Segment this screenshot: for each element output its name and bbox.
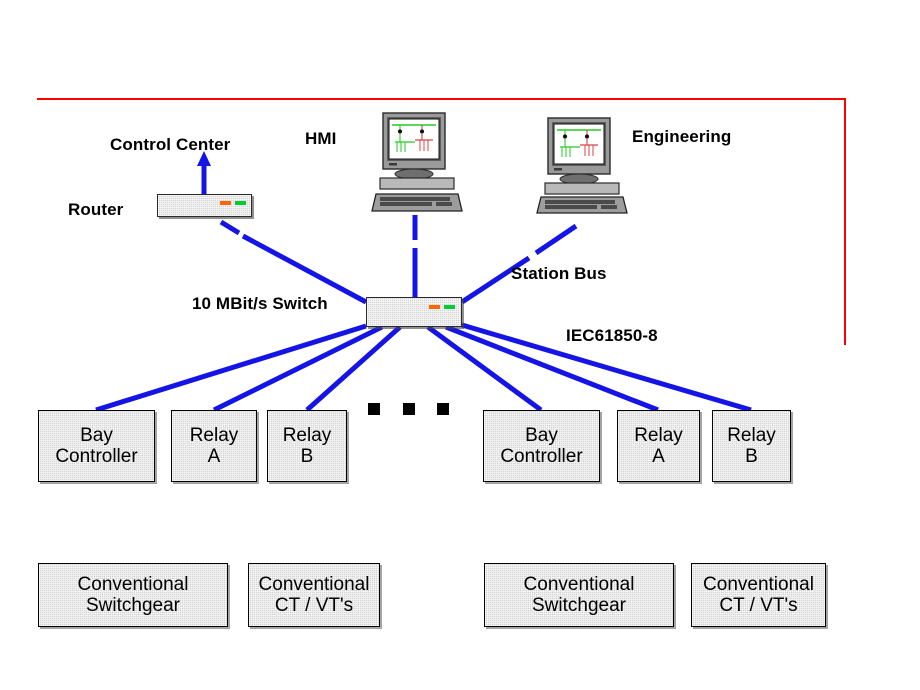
conventional-label-line2: CT / VT's [274,595,354,616]
ied-label-line2: B [300,446,314,467]
hmi-workstation-icon[interactable] [370,112,464,215]
switch-led-orange-icon [429,305,440,309]
label-router: Router [68,200,124,219]
ied-label-line2: A [207,446,221,467]
label-switch: 10 MBit/s Switch [192,294,328,313]
conventional-label-line2: CT / VT's [719,595,798,616]
conventional-box-ct-vt-2[interactable]: Conventional CT / VT's [691,563,826,627]
router-device[interactable] [157,194,252,217]
ied-box-relay-a-2[interactable]: Relay A [617,410,700,482]
conventional-box-switchgear-1[interactable]: Conventional Switchgear [38,563,228,627]
ied-label-line2: A [652,446,665,467]
ied-box-relay-a-1[interactable]: Relay A [171,410,257,482]
engineering-workstation-icon[interactable] [535,117,629,215]
ied-label-line1: Relay [189,424,239,446]
router-led-orange-icon [220,201,231,205]
ied-label-line1: Relay [727,424,776,446]
label-control-center: Control Center [110,135,231,154]
ellipsis-square-icon [368,403,380,415]
ied-label-line1: Relay [282,424,332,446]
ied-box-relay-b-2[interactable]: Relay B [712,410,791,482]
conventional-label-line2: Switchgear [532,595,626,616]
ied-box-bay-controller-2[interactable]: Bay Controller [483,410,600,482]
conventional-label-line1: Conventional [258,573,370,595]
ied-box-bay-controller-1[interactable]: Bay Controller [38,410,155,482]
conventional-label-line1: Conventional [703,573,814,595]
label-station-bus: Station Bus [511,264,607,283]
ied-label-line1: Bay [80,424,113,446]
ellipsis-square-icon [437,403,449,415]
ied-box-relay-b-1[interactable]: Relay B [267,410,347,482]
conventional-label-line1: Conventional [523,573,635,595]
ied-label-line1: Bay [525,424,558,446]
ellipsis-square-icon [403,403,415,415]
label-engineering: Engineering [632,127,732,146]
ied-label-line2: Controller [500,446,583,467]
label-protocol-iec61850-8: IEC61850-8 [566,326,658,345]
conventional-label-line2: Switchgear [86,595,180,616]
slide-canvas: Control Center Router HMI Engineering St… [0,0,920,690]
link-switch-to-engineering-stub [534,223,578,256]
conventional-box-switchgear-2[interactable]: Conventional Switchgear [484,563,674,627]
conventional-label-line1: Conventional [77,573,189,595]
switch-led-green-icon [444,305,455,309]
ethernet-switch-device[interactable] [366,297,462,327]
link-switch-to-bay-controller-1 [95,323,367,413]
link-switch-to-router [241,233,368,305]
link-switch-to-router-stub [219,219,241,236]
conventional-box-ct-vt-1[interactable]: Conventional CT / VT's [248,563,380,627]
router-led-green-icon [235,201,246,205]
ied-label-line2: B [745,446,758,467]
label-hmi: HMI [305,129,337,148]
ied-label-line2: Controller [55,446,138,467]
ied-label-line1: Relay [634,424,683,446]
